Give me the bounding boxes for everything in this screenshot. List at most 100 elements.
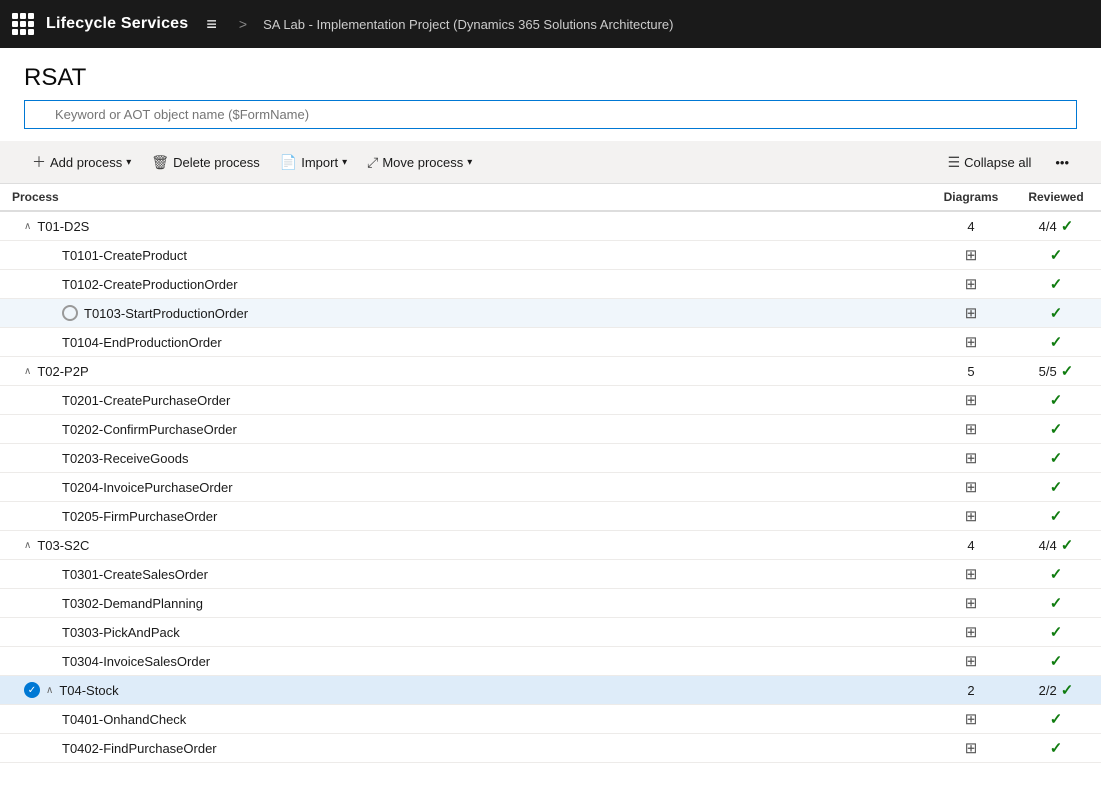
table-row[interactable]: ∧T03-S2C44/4✓: [0, 531, 1101, 560]
diagram-link-icon[interactable]: ⊞: [965, 276, 978, 293]
reviewed-check-icon: ✓: [1050, 479, 1063, 496]
reviewed-cell: ✓: [1011, 241, 1101, 270]
chevron-icon[interactable]: ∧: [24, 540, 31, 551]
table-row[interactable]: T0102-CreateProductionOrder ⊞ ✓: [0, 270, 1101, 299]
diagram-link-icon[interactable]: ⊞: [965, 595, 978, 612]
reviewed-cell: ✓: [1011, 328, 1101, 357]
diagram-link-icon[interactable]: ⊞: [965, 624, 978, 641]
toolbar-right: ☰ Collapse all •••: [940, 149, 1077, 176]
reviewed-check-icon: ✓: [1050, 305, 1063, 322]
table-row[interactable]: T0402-FindPurchaseOrder⊞✓: [0, 734, 1101, 763]
table-row[interactable]: T0203-ReceiveGoods ⊞ ✓: [0, 444, 1101, 473]
hamburger-icon[interactable]: ≡: [200, 10, 223, 39]
reviewed-check-icon: ✓: [1050, 653, 1063, 670]
table-row[interactable]: T0202-ConfirmPurchaseOrder⊞✓: [0, 415, 1101, 444]
search-input[interactable]: [24, 100, 1077, 129]
process-name-label: T0304-InvoiceSalesOrder: [62, 654, 210, 669]
diagrams-cell: ⊞: [931, 589, 1011, 618]
table-row[interactable]: T0401-OnhandCheck⊞✓: [0, 705, 1101, 734]
reviewed-cell: 4/4✓: [1011, 211, 1101, 241]
reviewed-cell: ✓: [1011, 705, 1101, 734]
reviewed-check-icon: ✓: [1050, 740, 1063, 757]
reviewed-check-icon: ✓: [1050, 450, 1063, 467]
table-row[interactable]: T0302-DemandPlanning ⊞ ✓: [0, 589, 1101, 618]
chevron-icon[interactable]: ∧: [46, 685, 53, 696]
reviewed-cell: ✓: [1011, 618, 1101, 647]
diagram-link-icon[interactable]: ⊞: [965, 334, 978, 351]
process-name-label: T0205-FirmPurchaseOrder: [62, 509, 217, 524]
delete-process-button[interactable]: 🗑 Delete process: [143, 149, 268, 176]
table-row[interactable]: T0201-CreatePurchaseOrder⊞✓: [0, 386, 1101, 415]
search-container: 🔍: [0, 100, 1101, 141]
diagram-link-icon[interactable]: ⊞: [965, 566, 978, 583]
diagrams-cell: 5: [931, 357, 1011, 386]
search-wrapper: 🔍: [24, 100, 1077, 129]
process-name-label: T0102-CreateProductionOrder: [62, 277, 238, 292]
import-button[interactable]: 📄 Import ▾: [272, 149, 355, 176]
table-row[interactable]: T0104-EndProductionOrder⊞✓: [0, 328, 1101, 357]
process-name-label: T0302-DemandPlanning: [62, 596, 203, 611]
reviewed-cell: ✓: [1011, 270, 1101, 299]
reviewed-check-icon: ✓: [1050, 595, 1063, 612]
reviewed-check-icon: ✓: [1061, 362, 1074, 380]
process-name-label: T01-D2S: [37, 219, 89, 234]
diagrams-cell: ⊞: [931, 502, 1011, 531]
process-name-label: T0301-CreateSalesOrder: [62, 567, 208, 582]
grid-menu-icon[interactable]: [12, 13, 34, 35]
table-row[interactable]: T0205-FirmPurchaseOrder ⊞ ✓: [0, 502, 1101, 531]
diagrams-cell: ⊞: [931, 618, 1011, 647]
reviewed-check-icon: ✓: [1050, 421, 1063, 438]
column-reviewed: Reviewed: [1011, 184, 1101, 211]
reviewed-count: 2/2: [1039, 683, 1057, 698]
process-name-label: T02-P2P: [37, 364, 88, 379]
more-options-button[interactable]: •••: [1047, 150, 1077, 175]
diagram-link-icon[interactable]: ⊞: [965, 392, 978, 409]
chevron-icon[interactable]: ∧: [24, 366, 31, 377]
table-row[interactable]: T0101-CreateProduct⊞✓: [0, 241, 1101, 270]
process-name-label: T0204-InvoicePurchaseOrder: [62, 480, 233, 495]
diagram-link-icon[interactable]: ⊞: [965, 479, 978, 496]
process-name-label: T04-Stock: [59, 683, 118, 698]
table-row[interactable]: T0103-StartProductionOrder⊞✓: [0, 299, 1101, 328]
diagrams-cell: ⊞: [931, 386, 1011, 415]
reviewed-cell: ✓: [1011, 444, 1101, 473]
diagram-link-icon[interactable]: ⊞: [965, 711, 978, 728]
diagrams-cell: ⊞: [931, 734, 1011, 763]
process-table: Process Diagrams Reviewed ∧T01-D2S44/4✓T…: [0, 184, 1101, 763]
reviewed-badge: 4/4✓: [1023, 536, 1089, 554]
reviewed-cell: ✓: [1011, 560, 1101, 589]
move-process-button[interactable]: ⤢ Move process ▾: [359, 149, 480, 176]
diagrams-cell: 4: [931, 531, 1011, 560]
reviewed-check-icon: ✓: [1050, 508, 1063, 525]
diagram-link-icon[interactable]: ⊞: [965, 740, 978, 757]
table-header-row: Process Diagrams Reviewed: [0, 184, 1101, 211]
process-table-container: Process Diagrams Reviewed ∧T01-D2S44/4✓T…: [0, 184, 1101, 763]
diagram-link-icon[interactable]: ⊞: [965, 421, 978, 438]
diagram-link-icon[interactable]: ⊞: [965, 247, 978, 264]
chevron-icon[interactable]: ∧: [24, 221, 31, 232]
breadcrumb-separator: >: [239, 16, 247, 32]
table-row[interactable]: ∧T01-D2S44/4✓: [0, 211, 1101, 241]
table-row[interactable]: T0304-InvoiceSalesOrder ⊞ ✓: [0, 647, 1101, 676]
trash-icon: 🗑: [151, 154, 169, 171]
column-process: Process: [0, 184, 931, 211]
diagram-link-icon[interactable]: ⊞: [965, 508, 978, 525]
process-name-label: T0201-CreatePurchaseOrder: [62, 393, 230, 408]
table-row[interactable]: T0303-PickAndPack⊞✓: [0, 618, 1101, 647]
table-row[interactable]: T0301-CreateSalesOrder ⊞ ✓: [0, 560, 1101, 589]
table-row[interactable]: T0204-InvoicePurchaseOrder ⊞ ✓: [0, 473, 1101, 502]
reviewed-count: 4/4: [1039, 538, 1057, 553]
reviewed-cell: 5/5✓: [1011, 357, 1101, 386]
diagram-link-icon[interactable]: ⊞: [965, 450, 978, 467]
add-process-button[interactable]: ＋ Add process ▾: [24, 147, 139, 177]
table-row[interactable]: ✓∧T04-Stock22/2✓: [0, 676, 1101, 705]
table-row[interactable]: ∧ T02-P2P 55/5✓: [0, 357, 1101, 386]
process-name-label: T0203-ReceiveGoods: [62, 451, 188, 466]
move-chevron-icon: ▾: [467, 157, 472, 168]
collapse-all-button[interactable]: ☰ Collapse all: [940, 149, 1040, 176]
reviewed-check-icon: ✓: [1050, 334, 1063, 351]
diagram-link-icon[interactable]: ⊞: [965, 653, 978, 670]
diagrams-cell: ⊞: [931, 560, 1011, 589]
diagrams-cell: 2: [931, 676, 1011, 705]
diagram-link-icon[interactable]: ⊞: [965, 305, 978, 322]
